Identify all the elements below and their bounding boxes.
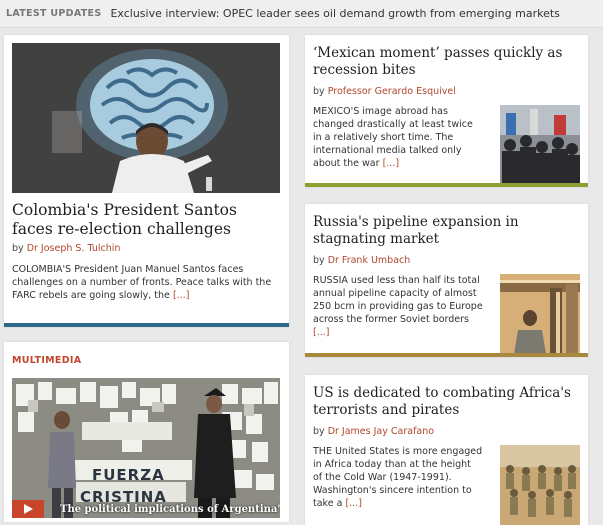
article-author-link[interactable]: Dr Frank Umbach	[328, 255, 411, 266]
latest-updates-label: LATEST UPDATES	[6, 8, 102, 19]
article-excerpt: THE United States is more engaged in Afr…	[313, 445, 483, 525]
article-read-more-link[interactable]: [...]	[383, 158, 399, 169]
article-excerpt: RUSSIA used less than half its total ann…	[313, 274, 483, 354]
ticker-headline-link[interactable]: Exclusive interview: OPEC leader sees oi…	[110, 7, 559, 20]
multimedia-caption[interactable]: The political implications of Argentina'…	[60, 504, 280, 515]
feature-read-more-link[interactable]: [...]	[173, 290, 189, 301]
byline-prefix: by	[12, 243, 24, 254]
byline-prefix: by	[313, 255, 325, 266]
article-title[interactable]: ‘Mexican moment’ passes quickly as reces…	[313, 45, 580, 79]
article-title[interactable]: Russia's pipeline expansion in stagnatin…	[313, 214, 580, 248]
wall-text-fuerza: FUERZA	[92, 466, 165, 484]
feature-byline: by Dr Joseph S. Tulchin	[12, 243, 120, 254]
article-card: ‘Mexican moment’ passes quickly as reces…	[305, 35, 588, 187]
article-excerpt: MEXICO'S image abroad has changed drasti…	[313, 105, 483, 185]
article-author-link[interactable]: Dr James Jay Carafano	[328, 426, 434, 437]
article-thumbnail[interactable]	[500, 274, 580, 354]
feature-excerpt: COLOMBIA'S President Juan Manuel Santos …	[12, 263, 284, 302]
latest-updates-ticker: LATEST UPDATES Exclusive interview: OPEC…	[0, 0, 603, 28]
article-excerpt-text: RUSSIA used less than half its total ann…	[313, 275, 483, 325]
video-play-button[interactable]	[12, 500, 44, 518]
feature-excerpt-text: COLOMBIA'S President Juan Manuel Santos …	[12, 264, 272, 301]
article-excerpt-text: THE United States is more engaged in Afr…	[313, 446, 483, 509]
article-accent-bar	[305, 353, 588, 357]
article-read-more-link[interactable]: [...]	[345, 498, 361, 509]
article-thumbnail[interactable]	[500, 105, 580, 185]
article-read-more-link[interactable]: [...]	[313, 327, 329, 338]
article-card: US is dedicated to combating Africa's te…	[305, 375, 588, 525]
multimedia-label: MULTIMEDIA	[12, 355, 82, 366]
feature-author-link[interactable]: Dr Joseph S. Tulchin	[27, 243, 121, 254]
feature-article-card: Colombia's President Santos faces re-ele…	[4, 35, 289, 327]
feature-article-image[interactable]	[12, 43, 280, 193]
article-accent-bar	[305, 183, 588, 187]
article-byline: by Dr James Jay Carafano	[313, 426, 580, 437]
article-card: Russia's pipeline expansion in stagnatin…	[305, 204, 588, 357]
feature-article-title[interactable]: Colombia's President Santos faces re-ele…	[12, 201, 282, 239]
article-byline: by Dr Frank Umbach	[313, 255, 580, 266]
play-icon	[24, 504, 33, 514]
multimedia-card: MULTIMEDIA FUERZA CRISTINA The political…	[4, 342, 289, 522]
feature-accent-bar	[4, 323, 289, 327]
multimedia-video-thumbnail[interactable]: FUERZA CRISTINA The political implicatio…	[12, 378, 280, 518]
byline-prefix: by	[313, 86, 325, 97]
article-thumbnail[interactable]	[500, 445, 580, 525]
article-title[interactable]: US is dedicated to combating Africa's te…	[313, 385, 580, 419]
article-byline: by Professor Gerardo Esquivel	[313, 86, 580, 97]
article-author-link[interactable]: Professor Gerardo Esquivel	[328, 86, 456, 97]
byline-prefix: by	[313, 426, 325, 437]
